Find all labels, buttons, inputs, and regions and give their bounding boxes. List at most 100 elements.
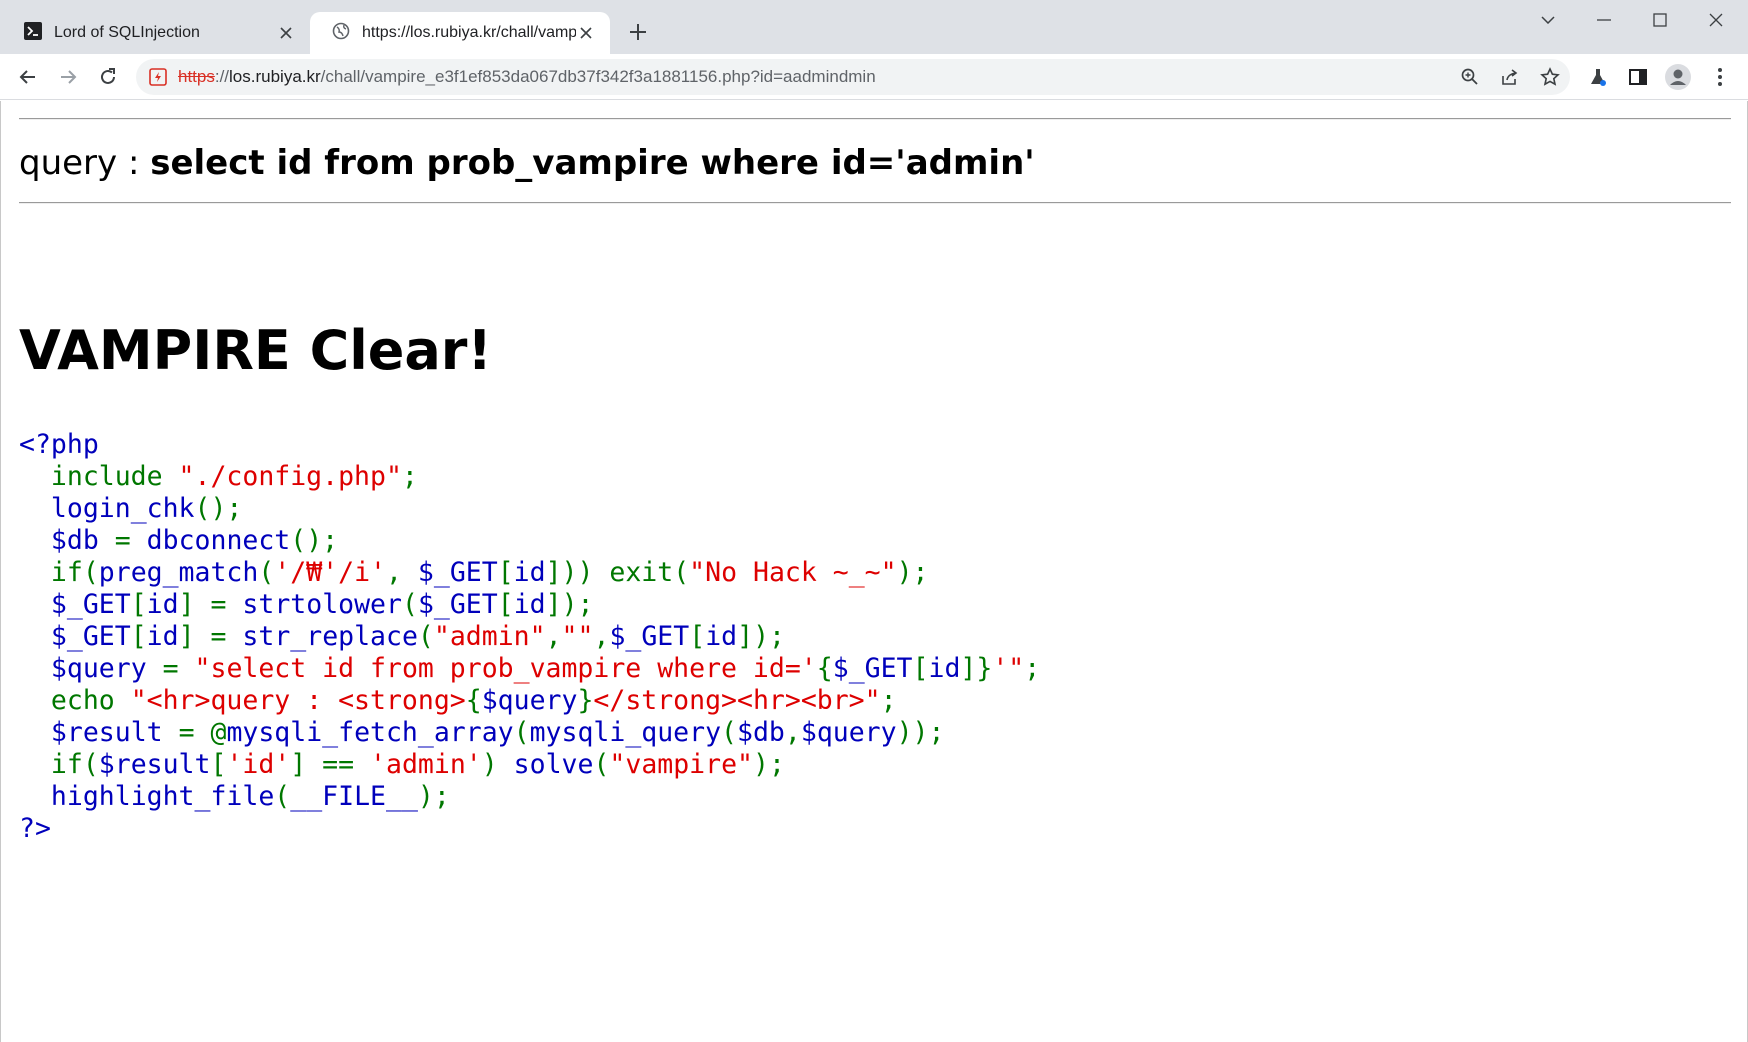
code-token: $db xyxy=(50,525,115,556)
code-token: (); xyxy=(290,525,339,556)
code-token: , xyxy=(385,557,418,588)
code-line: $db = dbconnect(); xyxy=(19,525,1040,557)
code-line: if($result['id'] == 'admin') solve("vamp… xyxy=(19,749,1040,781)
code-token: $_GET xyxy=(417,557,498,588)
forward-arrow-icon[interactable] xyxy=(54,63,82,91)
code-token: [ xyxy=(130,589,147,620)
code-token: ]} xyxy=(960,653,993,684)
close-tab-icon[interactable] xyxy=(276,23,296,43)
code-token: ( xyxy=(401,589,418,620)
url-path: /chall/vampire_e3f1ef853da067db37f342f3a… xyxy=(320,67,876,86)
code-token: { xyxy=(465,685,482,716)
code-token: } xyxy=(577,685,594,716)
reload-icon[interactable] xyxy=(94,63,122,91)
address-bar[interactable]: https://los.rubiya.kr/chall/vampire_e3f1… xyxy=(136,59,1570,95)
code-token: ; xyxy=(401,461,418,492)
code-token: ( xyxy=(417,621,434,652)
labs-flask-icon[interactable] xyxy=(1584,63,1612,91)
code-token: '" xyxy=(992,653,1025,684)
side-panel-icon[interactable] xyxy=(1624,63,1652,91)
code-token: ); xyxy=(896,557,929,588)
minimize-icon[interactable] xyxy=(1580,6,1628,34)
code-token: ( xyxy=(721,717,738,748)
more-menu-icon[interactable] xyxy=(1706,63,1734,91)
code-token: $query xyxy=(481,685,578,716)
tab-search-chevron-icon[interactable] xyxy=(1524,6,1572,34)
code-token: "" xyxy=(561,621,594,652)
code-token: ) xyxy=(481,749,514,780)
code-line: include "./config.php"; xyxy=(19,461,1040,493)
code-token: ( xyxy=(593,749,610,780)
code-token: strtolower xyxy=(242,589,402,620)
code-token: highlight_file xyxy=(50,781,275,812)
code-token: "admin" xyxy=(433,621,546,652)
tab-title: https://los.rubiya.kr/chall/vampire_e3f1… xyxy=(362,24,576,41)
code-token: "No Hack ~_~" xyxy=(689,557,897,588)
code-token: $query xyxy=(800,717,897,748)
share-icon[interactable] xyxy=(1498,65,1522,89)
code-line: ?> xyxy=(19,813,1040,845)
code-token: <?php xyxy=(19,429,99,460)
code-token: $_GET xyxy=(609,621,690,652)
code-token: $_GET xyxy=(50,589,131,620)
code-token: ])) exit( xyxy=(545,557,690,588)
close-tab-icon[interactable] xyxy=(576,23,596,43)
tab-lord-of-sqlinjection[interactable]: Lord of SQLInjection xyxy=(2,12,310,54)
tab-vampire-challenge[interactable]: https://los.rubiya.kr/chall/vampire_e3f1… xyxy=(310,12,610,54)
code-token: 'admin' xyxy=(370,749,482,780)
code-line: $query = "select id from prob_vampire wh… xyxy=(19,653,1040,685)
code-token: ?> xyxy=(19,813,51,844)
code-token: mysqli_query xyxy=(529,717,722,748)
terminal-icon xyxy=(24,21,42,45)
code-token: , xyxy=(545,621,562,652)
code-token: { xyxy=(816,653,833,684)
profile-avatar-icon[interactable] xyxy=(1664,63,1692,91)
code-token: ] = xyxy=(178,621,243,652)
code-token: $_GET xyxy=(417,589,498,620)
code-token: ( xyxy=(274,781,291,812)
code-token: ]); xyxy=(737,621,785,652)
code-token: ] == xyxy=(290,749,371,780)
php-source-code: <?php include "./config.php"; login_chk(… xyxy=(19,429,1040,845)
code-token: ( xyxy=(513,717,530,748)
code-token: $query xyxy=(50,653,163,684)
not-secure-warning-icon[interactable] xyxy=(146,65,170,89)
new-tab-icon[interactable] xyxy=(626,20,650,44)
code-token: __FILE__ xyxy=(290,781,418,812)
code-token: $db xyxy=(737,717,785,748)
code-token: "select id from prob_vampire where id=' xyxy=(194,653,817,684)
code-token: 'id' xyxy=(226,749,291,780)
code-token: dbconnect xyxy=(146,525,291,556)
code-token: id xyxy=(705,621,738,652)
bookmark-star-icon[interactable] xyxy=(1538,65,1562,89)
query-value: select id from prob_vampire where id='ad… xyxy=(150,143,1035,183)
code-token: ( xyxy=(258,557,275,588)
code-line: $result = @mysqli_fetch_array(mysqli_que… xyxy=(19,717,1040,749)
code-token: echo xyxy=(19,685,131,716)
code-token: id xyxy=(146,589,179,620)
code-token: id xyxy=(513,557,546,588)
code-line: <?php xyxy=(19,429,1040,461)
url-text[interactable]: https://los.rubiya.kr/chall/vampire_e3f1… xyxy=(178,59,876,95)
zoom-icon[interactable] xyxy=(1458,65,1482,89)
back-arrow-icon[interactable] xyxy=(14,63,42,91)
tab-strip: Lord of SQLInjection https://los.rubiya.… xyxy=(0,0,1748,54)
close-window-icon[interactable] xyxy=(1692,6,1740,34)
url-separator: :// xyxy=(214,67,230,86)
maximize-icon[interactable] xyxy=(1636,6,1684,34)
code-token: $result xyxy=(98,749,211,780)
code-token: ]); xyxy=(545,589,594,620)
code-token: "<hr>query : <strong> xyxy=(130,685,466,716)
code-token: [ xyxy=(497,557,514,588)
code-token: [ xyxy=(130,621,147,652)
code-token: $_GET xyxy=(832,653,913,684)
code-token: [ xyxy=(912,653,929,684)
tab-title: Lord of SQLInjection xyxy=(54,24,200,41)
code-token: ; xyxy=(880,685,897,716)
horizontal-rule xyxy=(19,118,1731,120)
